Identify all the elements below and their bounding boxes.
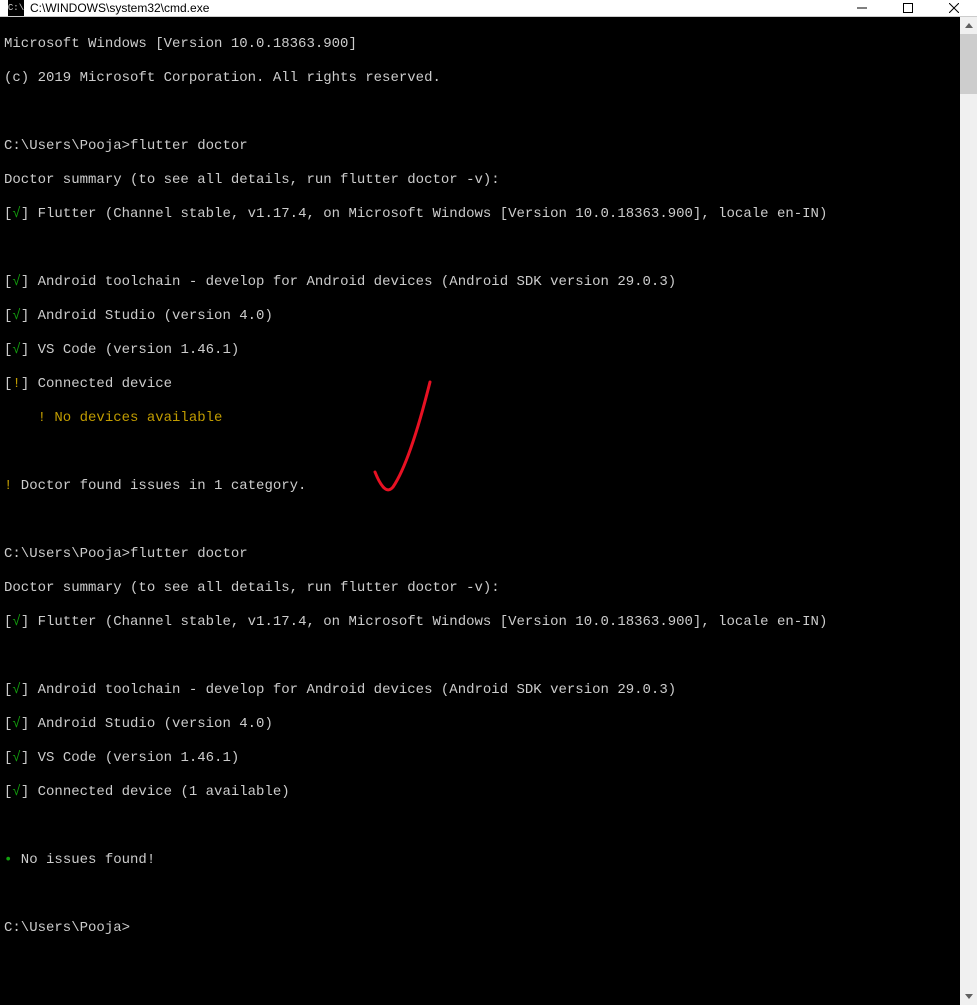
prompt-line: C:\Users\Pooja>flutter doctor xyxy=(4,546,960,563)
cmd-window: C:\ C:\WINDOWS\system32\cmd.exe Microsof… xyxy=(0,0,977,543)
chevron-down-icon xyxy=(965,994,973,999)
header-line: Microsoft Windows [Version 10.0.18363.90… xyxy=(4,36,960,53)
minimize-icon xyxy=(857,3,867,13)
blank-line xyxy=(4,648,960,665)
terminal-area: Microsoft Windows [Version 10.0.18363.90… xyxy=(0,17,977,1005)
status-line-flutter: [√] Flutter (Channel stable, v1.17.4, on… xyxy=(4,206,960,223)
status-line-device-ok: [√] Connected device (1 available) xyxy=(4,784,960,801)
titlebar[interactable]: C:\ C:\WINDOWS\system32\cmd.exe xyxy=(0,0,977,17)
issues-line: ! Doctor found issues in 1 category. xyxy=(4,478,960,495)
minimize-button[interactable] xyxy=(839,0,885,16)
summary-line: Doctor summary (to see all details, run … xyxy=(4,172,960,189)
vertical-scrollbar[interactable] xyxy=(960,17,977,1005)
status-line-vscode: [√] VS Code (version 1.46.1) xyxy=(4,342,960,359)
summary-line: Doctor summary (to see all details, run … xyxy=(4,580,960,597)
status-line-studio: [√] Android Studio (version 4.0) xyxy=(4,308,960,325)
window-controls xyxy=(839,0,977,16)
status-line-android: [√] Android toolchain - develop for Andr… xyxy=(4,682,960,699)
no-issues-line: • No issues found! xyxy=(4,852,960,869)
window-title: C:\WINDOWS\system32\cmd.exe xyxy=(30,1,839,15)
blank-line xyxy=(4,886,960,903)
maximize-icon xyxy=(903,3,913,13)
status-line-device-warn: [!] Connected device xyxy=(4,376,960,393)
blank-line xyxy=(4,240,960,257)
close-icon xyxy=(949,3,959,13)
scrollbar-track[interactable] xyxy=(960,34,977,988)
blank-line xyxy=(4,444,960,461)
scroll-down-button[interactable] xyxy=(960,988,977,1005)
scrollbar-thumb[interactable] xyxy=(960,34,977,94)
close-button[interactable] xyxy=(931,0,977,16)
status-line-vscode: [√] VS Code (version 1.46.1) xyxy=(4,750,960,767)
final-prompt: C:\Users\Pooja> xyxy=(4,920,960,937)
scroll-up-button[interactable] xyxy=(960,17,977,34)
status-line-android: [√] Android toolchain - develop for Andr… xyxy=(4,274,960,291)
blank-line xyxy=(4,818,960,835)
header-line: (c) 2019 Microsoft Corporation. All righ… xyxy=(4,70,960,87)
status-line-flutter: [√] Flutter (Channel stable, v1.17.4, on… xyxy=(4,614,960,631)
prompt-line: C:\Users\Pooja>flutter doctor xyxy=(4,138,960,155)
blank-line xyxy=(4,104,960,121)
chevron-up-icon xyxy=(965,23,973,28)
blank-line xyxy=(4,512,960,529)
device-sub-line: ! No devices available xyxy=(4,410,960,427)
status-line-studio: [√] Android Studio (version 4.0) xyxy=(4,716,960,733)
cmd-icon: C:\ xyxy=(8,0,24,16)
maximize-button[interactable] xyxy=(885,0,931,16)
terminal-content[interactable]: Microsoft Windows [Version 10.0.18363.90… xyxy=(0,17,960,1005)
